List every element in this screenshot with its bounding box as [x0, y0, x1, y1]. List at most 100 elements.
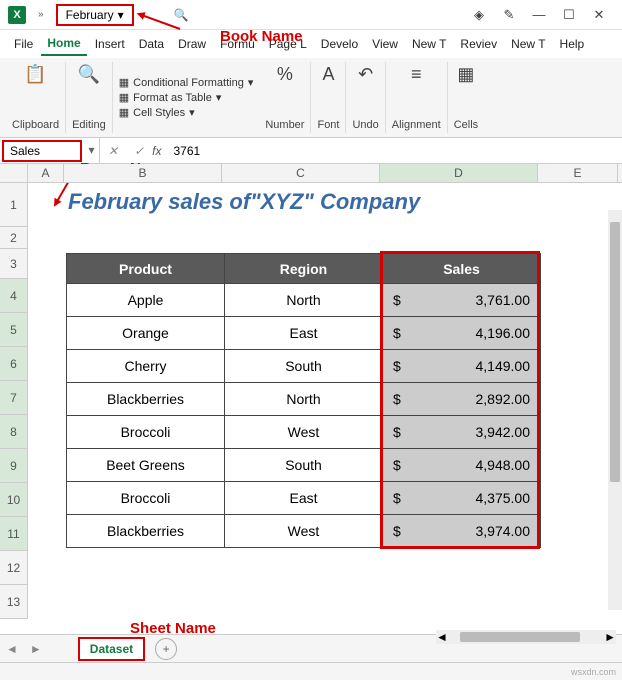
cells-icon: ▦: [457, 64, 474, 85]
cell-sales[interactable]: $4,196.00: [383, 317, 541, 350]
menu-tab-newt[interactable]: New T: [406, 33, 452, 55]
row-header-3[interactable]: 3: [0, 249, 28, 279]
menu-tab-reviev[interactable]: Reviev: [454, 33, 503, 55]
row-header-10[interactable]: 10: [0, 483, 28, 517]
search-icon[interactable]: 🔍: [174, 8, 189, 22]
ribbon-undo[interactable]: ↶ Undo: [346, 62, 385, 133]
col-header-C[interactable]: C: [222, 164, 380, 182]
menu-tab-insert[interactable]: Insert: [89, 33, 131, 55]
row-header-4[interactable]: 4: [0, 279, 28, 313]
undo-icon: ↶: [358, 64, 373, 85]
cell-region[interactable]: North: [225, 284, 383, 317]
cell-product[interactable]: Broccoli: [67, 482, 225, 515]
col-header-E[interactable]: E: [538, 164, 618, 182]
spreadsheet-grid: ABCDE 12345678910111213 February sales o…: [0, 164, 622, 644]
table-header-product[interactable]: Product: [67, 254, 225, 284]
cell-sales[interactable]: $4,948.00: [383, 449, 541, 482]
cell-region[interactable]: North: [225, 383, 383, 416]
cell-sales[interactable]: $4,375.00: [383, 482, 541, 515]
row-header-6[interactable]: 6: [0, 347, 28, 381]
menu-tab-newt[interactable]: New T: [505, 33, 551, 55]
sheet-nav-next[interactable]: ►: [24, 642, 48, 656]
row-header-1[interactable]: 1: [0, 183, 28, 227]
conditional-formatting-button[interactable]: ▦ Conditional Formatting ▾: [119, 76, 254, 89]
close-button[interactable]: ✕: [584, 7, 614, 23]
sheet-tab-dataset[interactable]: Dataset: [78, 637, 145, 661]
cell-product[interactable]: Orange: [67, 317, 225, 350]
row-header-8[interactable]: 8: [0, 415, 28, 449]
col-header-A[interactable]: A: [28, 164, 64, 182]
formula-input[interactable]: 3761: [167, 144, 622, 158]
table-row: BlackberriesWest$3,974.00: [67, 515, 541, 548]
scroll-right-icon[interactable]: ►: [604, 630, 616, 644]
formula-cancel[interactable]: ✕: [100, 144, 126, 158]
menu-tab-data[interactable]: Data: [133, 33, 170, 55]
cell-styles-button[interactable]: ▦ Cell Styles ▾: [119, 106, 254, 119]
cell-region[interactable]: East: [225, 317, 383, 350]
col-header-B[interactable]: B: [64, 164, 222, 182]
table-row: BroccoliEast$4,375.00: [67, 482, 541, 515]
menu-tab-home[interactable]: Home: [41, 32, 86, 56]
row-header-11[interactable]: 11: [0, 517, 28, 551]
format-as-table-button[interactable]: ▦ Format as Table ▾: [119, 91, 254, 104]
menu-tab-draw[interactable]: Draw: [172, 33, 212, 55]
menu-tab-view[interactable]: View: [366, 33, 404, 55]
column-headers: ABCDE: [0, 164, 622, 183]
scroll-left-icon[interactable]: ◄: [436, 630, 448, 644]
row-header-5[interactable]: 5: [0, 313, 28, 347]
maximize-button[interactable]: ☐: [554, 7, 584, 23]
namebox-dropdown-icon[interactable]: ▾: [84, 138, 100, 163]
cell-sales[interactable]: $3,761.00: [383, 284, 541, 317]
row-header-12[interactable]: 12: [0, 551, 28, 585]
cell-region[interactable]: West: [225, 416, 383, 449]
ribbon-number[interactable]: % Number: [259, 62, 311, 133]
cell-region[interactable]: South: [225, 350, 383, 383]
cell-region[interactable]: South: [225, 449, 383, 482]
ribbon-alignment[interactable]: ≡ Alignment: [386, 62, 448, 133]
table-header-region[interactable]: Region: [225, 254, 383, 284]
formula-enter[interactable]: ✓: [126, 144, 152, 158]
cell-product[interactable]: Apple: [67, 284, 225, 317]
menu-tab-develo[interactable]: Develo: [315, 33, 364, 55]
cell-product[interactable]: Blackberries: [67, 515, 225, 548]
cell-sales[interactable]: $3,974.00: [383, 515, 541, 548]
menu-tab-help[interactable]: Help: [554, 33, 591, 55]
ribbon-editing[interactable]: 🔍 Editing: [66, 62, 113, 133]
add-sheet-button[interactable]: +: [155, 638, 177, 660]
ribbon-font[interactable]: A Font: [311, 62, 346, 133]
ribbon: 📋 Clipboard 🔍 Editing ▦ Conditional Form…: [0, 58, 622, 138]
table-header-sales[interactable]: Sales: [383, 254, 541, 284]
cell-region[interactable]: West: [225, 515, 383, 548]
workbook-name-dropdown[interactable]: February ▾: [56, 4, 134, 26]
cell-region[interactable]: East: [225, 482, 383, 515]
cell-product[interactable]: Blackberries: [67, 383, 225, 416]
menu-tab-file[interactable]: File: [8, 33, 39, 55]
fx-icon[interactable]: fx: [152, 144, 167, 158]
sheet-nav-prev[interactable]: ◄: [0, 642, 24, 656]
cell-sales[interactable]: $3,942.00: [383, 416, 541, 449]
row-header-13[interactable]: 13: [0, 585, 28, 619]
cell-sales[interactable]: $2,892.00: [383, 383, 541, 416]
row-header-9[interactable]: 9: [0, 449, 28, 483]
row-header-2[interactable]: 2: [0, 227, 28, 249]
cell-product[interactable]: Cherry: [67, 350, 225, 383]
quick-access-chevron-icon[interactable]: »: [38, 9, 44, 20]
pen-icon[interactable]: ✎: [494, 7, 524, 23]
cell-product[interactable]: Beet Greens: [67, 449, 225, 482]
vertical-scrollbar[interactable]: [608, 210, 622, 610]
ribbon-cells[interactable]: ▦ Cells: [448, 62, 484, 133]
select-all-corner[interactable]: [0, 164, 28, 182]
row-header-7[interactable]: 7: [0, 381, 28, 415]
cell-sales[interactable]: $4,149.00: [383, 350, 541, 383]
chevron-down-icon: ▾: [118, 8, 124, 22]
cell-product[interactable]: Broccoli: [67, 416, 225, 449]
cells-area[interactable]: February sales of"XYZ" Company ProductRe…: [28, 183, 622, 619]
menu-tab-pagel[interactable]: Page L: [263, 33, 313, 55]
minimize-button[interactable]: —: [524, 7, 554, 22]
ribbon-clipboard[interactable]: 📋 Clipboard: [6, 62, 66, 133]
name-box[interactable]: [2, 140, 82, 162]
col-header-D[interactable]: D: [380, 164, 538, 182]
diamond-icon[interactable]: ◈: [464, 7, 494, 23]
menu-tab-formu[interactable]: Formu: [214, 33, 261, 55]
horizontal-scrollbar[interactable]: ◄ ►: [436, 630, 616, 644]
